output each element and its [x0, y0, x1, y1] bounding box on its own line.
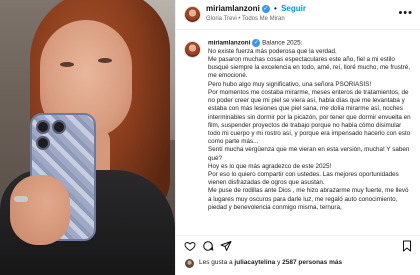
post-panel: miriamlanzoni ✓ • Seguir Gloria Trevi • T… [175, 0, 420, 275]
avatar[interactable] [184, 6, 201, 23]
likes-prefix: Les gusta a [199, 259, 233, 266]
caption-area: miriamlanzoni ✓ Balance 2025: No existe f… [176, 31, 420, 226]
comment-icon[interactable] [202, 240, 214, 252]
caption-paragraph: Me puse de rodillas ante Dios , me hizo … [208, 187, 409, 211]
caption-paragraph: Por momentos me costaba mirarme, meses e… [208, 88, 411, 146]
action-bar [176, 235, 420, 255]
liker-username[interactable]: juliacaytelina [234, 259, 275, 266]
caption-paragraph: Balance 2025: [262, 39, 303, 47]
header-user-line: miriamlanzoni ✓ • Seguir [206, 4, 306, 13]
camera-lens [36, 120, 50, 134]
caption-paragraph: Pero hubo algo muy significativo, una se… [208, 80, 372, 88]
heart-icon[interactable] [184, 240, 196, 252]
separator: • [274, 4, 277, 13]
hand [10, 175, 70, 245]
camera-lens [36, 136, 50, 150]
likes-row: Les gusta a juliacaytelina y 2587 person… [184, 258, 419, 270]
more-options-icon[interactable]: ••• [398, 8, 413, 19]
caption-paragraph: Por eso lo quiero compartir con ustedes.… [208, 170, 399, 187]
liker-avatar[interactable] [184, 258, 195, 269]
caption-paragraph: No existe fuerza más poderosa que la ver… [208, 47, 337, 55]
left-eye [60, 62, 74, 67]
caption: miriamlanzoni ✓ Balance 2025: No existe f… [208, 39, 413, 212]
share-icon[interactable] [220, 240, 232, 252]
ring [14, 196, 28, 202]
audio-subtitle[interactable]: Gloria Trevi • Todos Me Miran [206, 16, 285, 22]
post-header: miriamlanzoni ✓ • Seguir Gloria Trevi • T… [176, 0, 420, 30]
post-photo [0, 0, 175, 275]
caption-paragraph: Sentí mucha vergüenza que me vieran en e… [208, 146, 410, 162]
caption-paragraph: Hoy es lo que más agradezco de este 2025… [208, 162, 332, 170]
verified-badge-icon: ✓ [261, 4, 270, 13]
caption-username[interactable]: miriamlanzoni [208, 40, 250, 47]
likes-text: Les gusta a juliacaytelina y 2587 person… [199, 259, 342, 266]
caption-avatar[interactable] [184, 41, 201, 58]
caption-first-line: miriamlanzoni ✓ Balance 2025: [208, 39, 413, 48]
caption-paragraph: Me pasaron muchas cosas espectaculares e… [208, 56, 410, 80]
username[interactable]: miriamlanzoni [206, 4, 260, 13]
camera-lens [52, 120, 66, 134]
bookmark-icon[interactable] [401, 240, 413, 252]
likes-connector: y [277, 259, 281, 266]
follow-button[interactable]: Seguir [281, 4, 306, 13]
likes-count[interactable]: 2587 personas más [282, 259, 342, 266]
right-eye [98, 58, 112, 63]
verified-badge-icon: ✓ [252, 39, 261, 47]
